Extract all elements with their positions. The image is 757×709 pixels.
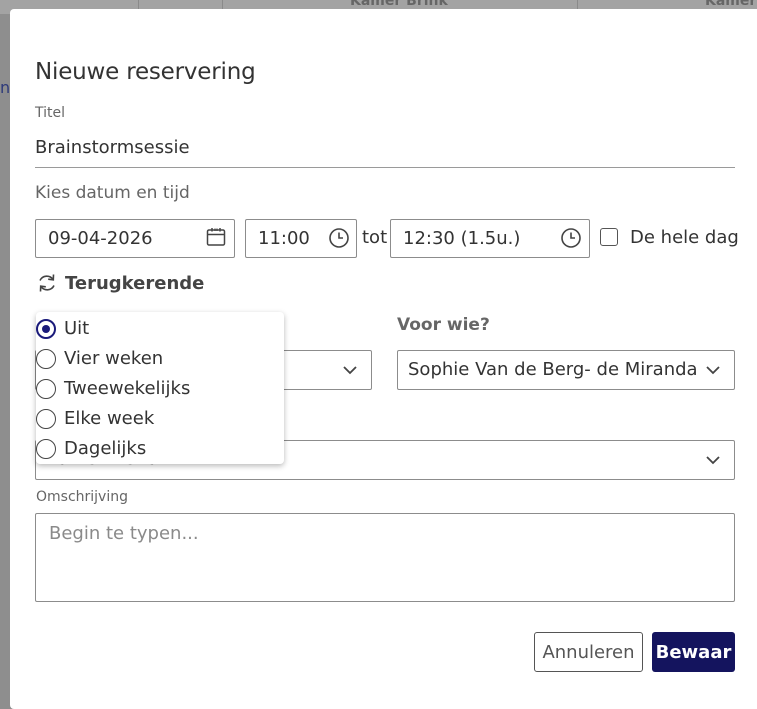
datetime-heading: Kies datum en tijd — [35, 183, 190, 203]
end-time-field[interactable]: 12:30 (1.5u.) — [390, 219, 590, 258]
for-whom-select[interactable]: Sophie Van de Berg- de Miranda — [397, 350, 735, 390]
title-input[interactable]: Brainstormsessie — [35, 137, 190, 158]
option-label: Elke week — [64, 408, 155, 429]
radio-unselected[interactable] — [36, 349, 56, 369]
recurring-option-uit[interactable]: Uit — [36, 317, 284, 343]
option-label: Uit — [64, 318, 90, 339]
date-field[interactable]: 09-04-2026 — [35, 219, 235, 258]
radio-unselected[interactable] — [36, 409, 56, 429]
background-column-kamer: Kamer — [705, 0, 757, 9]
background-column-kamer-brink: Kamer Brink — [350, 0, 448, 9]
save-button[interactable]: Bewaar — [652, 632, 735, 672]
radio-unselected[interactable] — [36, 379, 56, 399]
recurring-option-tweewekelijks[interactable]: Tweewekelijks — [36, 377, 284, 403]
recurring-options-menu: Uit Vier weken Tweewekelijks Elke week D… — [36, 312, 284, 464]
recurring-label: Terugkerende — [65, 273, 205, 294]
clock-icon[interactable] — [328, 227, 350, 254]
title-input-underline — [35, 167, 735, 168]
cancel-button[interactable]: Annuleren — [534, 632, 643, 672]
date-value: 09-04-2026 — [48, 228, 153, 249]
recurring-option-dagelijks[interactable]: Dagelijks — [36, 437, 284, 463]
clock-icon[interactable] — [560, 227, 582, 254]
start-time-field[interactable]: 11:00 — [245, 219, 357, 258]
description-textarea[interactable]: Begin te typen... — [35, 513, 735, 602]
title-field-label: Titel — [35, 105, 66, 121]
start-time-value: 11:00 — [258, 228, 310, 249]
option-label: Dagelijks — [64, 438, 147, 459]
end-time-value: 12:30 (1.5u.) — [403, 228, 521, 249]
for-whom-label: Voor wie? — [397, 315, 490, 335]
for-whom-value: Sophie Van de Berg- de Miranda — [408, 359, 698, 380]
radio-selected[interactable] — [36, 319, 56, 339]
option-label: Vier weken — [64, 348, 164, 369]
recurring-sync-icon — [36, 271, 58, 299]
description-label: Omschrijving — [36, 489, 128, 505]
recurring-option-vier-weken[interactable]: Vier weken — [36, 347, 284, 373]
time-separator: tot — [362, 227, 388, 248]
new-reservation-dialog: Nieuwe reservering Titel Brainstormsessi… — [10, 9, 757, 709]
option-label: Tweewekelijks — [64, 378, 191, 399]
chevron-down-icon[interactable] — [705, 452, 721, 473]
all-day-label[interactable]: De hele dag — [630, 227, 739, 248]
chevron-down-icon[interactable] — [342, 362, 358, 383]
background-left-text: n — [0, 78, 11, 97]
description-placeholder: Begin te typen... — [49, 523, 199, 544]
all-day-checkbox[interactable] — [600, 228, 618, 246]
dialog-title: Nieuwe reservering — [35, 59, 256, 85]
radio-unselected[interactable] — [36, 439, 56, 459]
chevron-down-icon[interactable] — [705, 362, 721, 383]
recurring-option-elke-week[interactable]: Elke week — [36, 407, 284, 433]
calendar-icon[interactable] — [206, 227, 226, 252]
